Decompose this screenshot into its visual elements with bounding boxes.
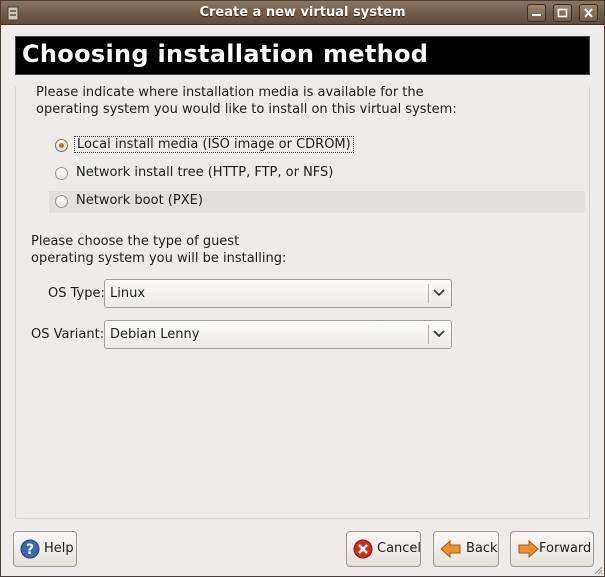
radio-button-selected[interactable] bbox=[55, 139, 68, 152]
chevron-down-icon bbox=[433, 330, 445, 338]
page-header: Choosing installation method bbox=[15, 36, 590, 75]
os-instructions-line2: operating system you will be installing: bbox=[31, 251, 287, 266]
radio-button[interactable] bbox=[55, 195, 68, 208]
media-instructions-line2: operating system you would like to insta… bbox=[36, 102, 457, 117]
os-variant-label: OS Variant: bbox=[31, 327, 105, 342]
window-title: Create a new virtual system bbox=[199, 5, 406, 20]
help-icon: ? bbox=[20, 539, 40, 559]
os-type-label: OS Type: bbox=[48, 286, 105, 301]
cancel-button-label: Cancel bbox=[377, 541, 422, 556]
radio-network-tree[interactable]: Network install tree (HTTP, FTP, or NFS) bbox=[53, 164, 353, 184]
back-button-label: Back bbox=[466, 541, 498, 556]
forward-button-label: Forward bbox=[539, 541, 592, 556]
radio-local-media[interactable]: Local install media (ISO image or CDROM) bbox=[53, 136, 354, 156]
help-button[interactable]: ? Help bbox=[13, 531, 77, 567]
cancel-button[interactable]: Cancel bbox=[346, 531, 421, 567]
cancel-icon bbox=[353, 539, 373, 559]
radio-button[interactable] bbox=[55, 167, 68, 180]
back-button[interactable]: Back bbox=[433, 531, 499, 567]
forward-arrow-icon bbox=[518, 539, 539, 559]
os-type-value: Linux bbox=[110, 286, 146, 301]
minimize-button[interactable] bbox=[527, 4, 546, 22]
close-button[interactable] bbox=[579, 4, 598, 22]
dialog-window: Create a new virtual system Choosing ins… bbox=[0, 0, 605, 577]
back-arrow-icon bbox=[440, 539, 461, 559]
os-instructions-line1: Please choose the type of guest bbox=[31, 234, 240, 249]
os-type-select[interactable]: Linux bbox=[104, 279, 452, 308]
combo-separator bbox=[428, 284, 429, 303]
radio-network-boot[interactable]: Network boot (PXE) bbox=[53, 192, 353, 212]
close-icon bbox=[584, 8, 593, 18]
combo-separator bbox=[428, 325, 429, 344]
page-title: Choosing installation method bbox=[22, 40, 429, 68]
media-instructions-line1: Please indicate where installation media… bbox=[36, 85, 424, 100]
maximize-button[interactable] bbox=[553, 4, 572, 22]
radio-label-local-media[interactable]: Local install media (ISO image or CDROM) bbox=[74, 136, 354, 153]
svg-text:?: ? bbox=[26, 542, 34, 558]
resize-grip-icon[interactable] bbox=[593, 565, 603, 575]
os-variant-value: Debian Lenny bbox=[110, 327, 200, 342]
title-bar[interactable]: Create a new virtual system bbox=[1, 1, 604, 25]
chevron-down-icon bbox=[433, 289, 445, 297]
maximize-icon bbox=[557, 8, 568, 18]
radio-label-network-tree[interactable]: Network install tree (HTTP, FTP, or NFS) bbox=[74, 165, 335, 180]
radio-label-network-boot[interactable]: Network boot (PXE) bbox=[74, 193, 205, 208]
os-variant-select[interactable]: Debian Lenny bbox=[104, 320, 452, 349]
minimize-icon bbox=[532, 14, 541, 16]
help-button-label: Help bbox=[44, 541, 74, 556]
forward-button[interactable]: Forward bbox=[510, 531, 594, 567]
